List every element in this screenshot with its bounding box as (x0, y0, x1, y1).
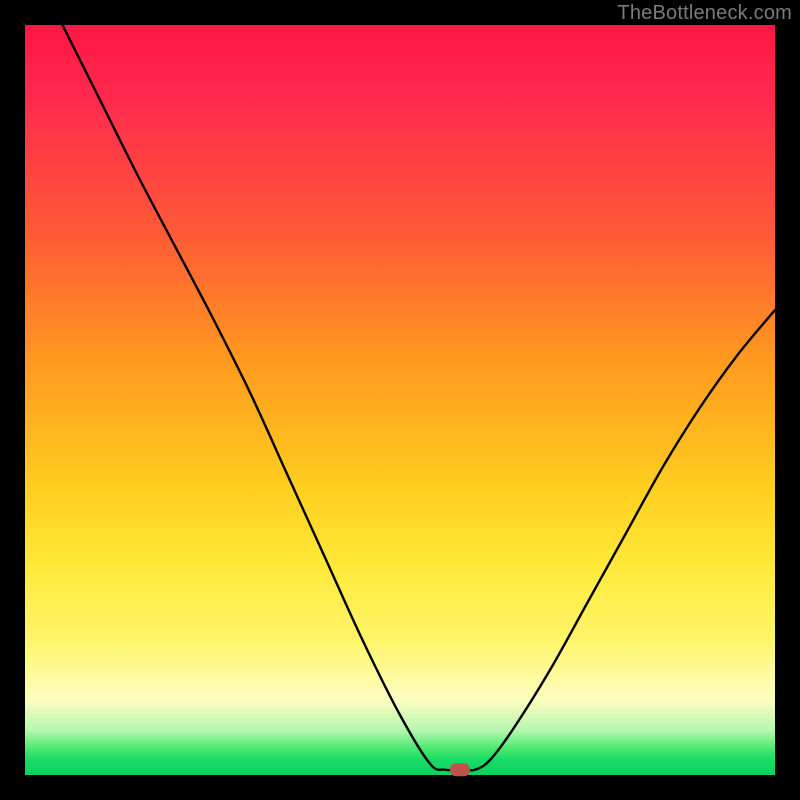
minimum-marker (450, 763, 470, 776)
chart-plot-area (25, 25, 775, 775)
chart-svg (25, 25, 775, 775)
bottleneck-curve (63, 25, 776, 770)
chart-frame: TheBottleneck.com (0, 0, 800, 800)
watermark-text: TheBottleneck.com (617, 2, 792, 25)
